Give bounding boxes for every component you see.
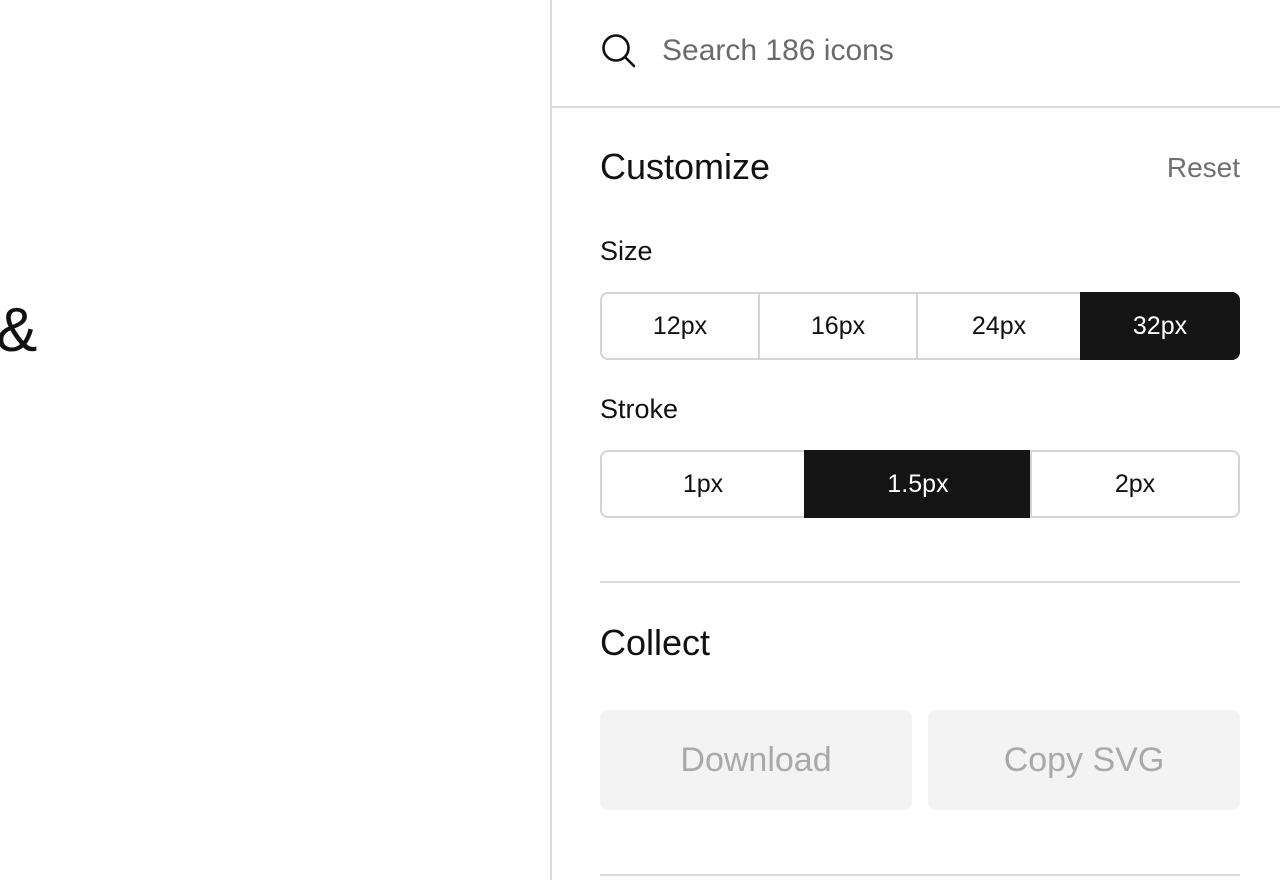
size-option-24px[interactable]: 24px <box>916 292 1080 360</box>
customize-title: Customize <box>600 146 771 187</box>
size-selector: 12px 16px 24px 32px <box>600 292 1240 360</box>
stroke-option-1-5px[interactable]: 1.5px <box>804 450 1030 518</box>
stroke-selector: 1px 1.5px 2px <box>600 450 1240 518</box>
copy-svg-button[interactable]: Copy SVG <box>928 710 1240 810</box>
size-label: Size <box>600 236 653 266</box>
reset-button[interactable]: Reset <box>1167 152 1240 184</box>
search-bar <box>552 0 1280 108</box>
section-divider <box>600 581 1240 583</box>
collect-title: Collect <box>600 622 711 663</box>
size-option-32px[interactable]: 32px <box>1080 292 1240 360</box>
bottom-divider <box>600 874 1240 876</box>
search-input[interactable] <box>662 26 1242 76</box>
size-option-12px[interactable]: 12px <box>600 292 758 360</box>
search-icon <box>602 34 636 68</box>
preview-glyph: & <box>0 296 38 365</box>
customize-panel: Customize Reset Size 12px 16px 24px 32px… <box>552 0 1280 880</box>
stroke-option-2px[interactable]: 2px <box>1030 450 1240 518</box>
icon-preview-area: & <box>0 0 550 880</box>
size-option-16px[interactable]: 16px <box>758 292 916 360</box>
stroke-label: Stroke <box>600 394 679 424</box>
download-button[interactable]: Download <box>600 710 912 810</box>
stroke-option-1px[interactable]: 1px <box>600 450 804 518</box>
